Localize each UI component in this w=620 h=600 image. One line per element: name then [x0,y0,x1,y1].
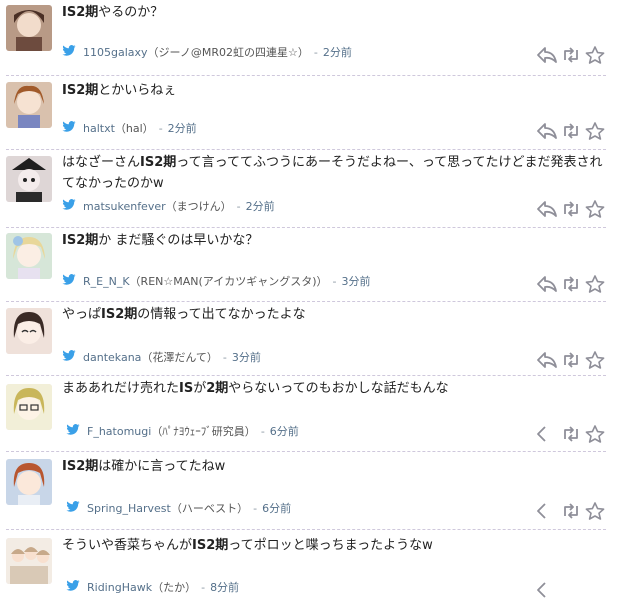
tweet-item: IS2期は確かに言ってたねw Spring_Harvest（ハーベスト） -6分前 [0,452,620,530]
tweet-text: やっぱIS2期の情報って出てなかったよな [62,307,306,322]
reply-icon[interactable] [536,501,558,521]
display-name: （ハーベスト） [170,502,249,515]
username-link[interactable]: dantekana [83,351,141,364]
username-link[interactable]: RidingHawk [87,581,152,594]
reply-icon[interactable] [536,45,558,65]
username-link[interactable]: R_E_N_K [83,275,130,288]
username-link[interactable]: 1105galaxy [83,46,148,59]
bird-icon [62,45,76,61]
tweet-item: そういや香菜ちゃんがIS2期ってポロッと喋っちまったようなw RidingHaw… [0,530,620,599]
retweet-icon[interactable] [560,274,582,294]
tweet-actions [536,121,606,141]
tweet-item: はなざーさんIS2期って言っててふつうにあーそうだよねー、って思ってたけどまだ発… [0,150,620,228]
avatar[interactable] [6,233,52,279]
display-name: （まつけん） [165,200,232,213]
display-name: （花澤だんて） [141,351,218,364]
tweet-meta: 1105galaxy（ジーノ@MR02虹の四連星☆） -2分前 [62,45,352,61]
reply-icon[interactable] [536,350,558,370]
retweet-icon[interactable] [560,501,582,521]
avatar[interactable] [6,384,52,430]
tweet-text: IS2期とかいらねぇ [62,83,177,98]
tweet-meta: matsukenfever（まつけん） -2分前 [62,199,275,215]
display-name: （hal） [114,122,154,135]
timestamp-link[interactable]: 2分前 [246,200,275,213]
star-icon[interactable] [584,274,606,294]
reply-icon[interactable] [536,580,558,600]
tweet-text: そういや香菜ちゃんがIS2期ってポロッと喋っちまったようなw [62,538,433,553]
retweet-icon[interactable] [560,121,582,141]
tweet-actions [536,501,606,521]
bird-icon [66,501,80,517]
tweet-item: IS2期やるのか？ 1105galaxy（ジーノ@MR02虹の四連星☆） -2分前 [0,0,620,76]
username-link[interactable]: matsukenfever [83,200,166,213]
tweet-actions [536,580,606,600]
star-icon[interactable] [584,350,606,370]
bird-icon [62,274,76,290]
reply-icon[interactable] [536,424,558,444]
avatar[interactable] [6,308,52,354]
bird-icon [62,121,76,137]
tweet-text: まああれだけ売れたISが2期やらないってのもおかしな話だもんな [62,381,449,396]
reply-icon[interactable] [536,274,558,294]
tweet-meta: RidingHawk（たか） -8分前 [66,580,239,596]
bird-icon [66,424,80,440]
tweet-item: IS2期とかいらねぇ haltxt（hal） -2分前 [0,76,620,150]
timestamp-link[interactable]: 2分前 [168,122,197,135]
star-icon[interactable] [584,424,606,444]
tweet-actions [536,45,606,65]
timestamp-link[interactable]: 8分前 [210,581,239,594]
username-link[interactable]: F_hatomugi [87,425,151,438]
avatar[interactable] [6,82,52,128]
display-name: （たか） [152,581,197,594]
username-link[interactable]: Spring_Harvest [87,502,171,515]
bird-icon [62,350,76,366]
star-icon[interactable] [584,501,606,521]
tweet-text: IS2期か まだ騒ぐのは早いかな？ [62,233,259,248]
retweet-icon[interactable] [560,424,582,444]
avatar[interactable] [6,5,52,51]
tweet-meta: haltxt（hal） -2分前 [62,121,197,137]
display-name: （REN☆MAN(アイカツギャングスタ)） [129,275,328,288]
retweet-icon[interactable] [560,199,582,219]
tweet-item: まああれだけ売れたISが2期やらないってのもおかしな話だもんな F_hatomu… [0,376,620,452]
tweet-actions [536,274,606,294]
tweet-actions [536,199,606,219]
bird-icon [62,199,76,215]
reply-icon[interactable] [536,199,558,219]
username-link[interactable]: haltxt [83,122,115,135]
avatar[interactable] [6,459,52,505]
timestamp-link[interactable]: 2分前 [323,46,352,59]
tweet-text: はなざーさんIS2期って言っててふつうにあーそうだよねー、って思ってたけどまだ発… [62,155,603,191]
retweet-icon[interactable] [560,45,582,65]
star-icon[interactable] [584,121,606,141]
star-icon[interactable] [584,45,606,65]
avatar[interactable] [6,538,52,584]
display-name: （ﾊﾟﾅﾖｳｪｰﾌﾞ研究員） [151,425,256,438]
timestamp-link[interactable]: 6分前 [262,502,291,515]
reply-icon[interactable] [536,121,558,141]
tweet-item: やっぱIS2期の情報って出てなかったよな dantekana（花澤だんて） -3分… [0,302,620,376]
tweet-text: IS2期は確かに言ってたねw [62,459,226,474]
bird-icon [66,580,80,596]
timestamp-link[interactable]: 6分前 [270,425,299,438]
tweet-item: IS2期か まだ騒ぐのは早いかな？ R_E_N_K（REN☆MAN(アイカツギャ… [0,228,620,302]
timestamp-link[interactable]: 3分前 [342,275,371,288]
avatar[interactable] [6,156,52,202]
retweet-icon[interactable] [560,350,582,370]
tweet-text: IS2期やるのか？ [62,5,164,20]
display-name: （ジーノ@MR02虹の四連星☆） [147,46,309,59]
tweet-meta: Spring_Harvest（ハーベスト） -6分前 [66,501,291,517]
star-icon[interactable] [584,199,606,219]
tweet-actions [536,424,606,444]
tweet-actions [536,350,606,370]
tweet-meta: F_hatomugi（ﾊﾟﾅﾖｳｪｰﾌﾞ研究員） -6分前 [66,424,299,440]
tweet-meta: R_E_N_K（REN☆MAN(アイカツギャングスタ)） -3分前 [62,274,371,290]
timestamp-link[interactable]: 3分前 [232,351,261,364]
tweet-meta: dantekana（花澤だんて） -3分前 [62,350,261,366]
